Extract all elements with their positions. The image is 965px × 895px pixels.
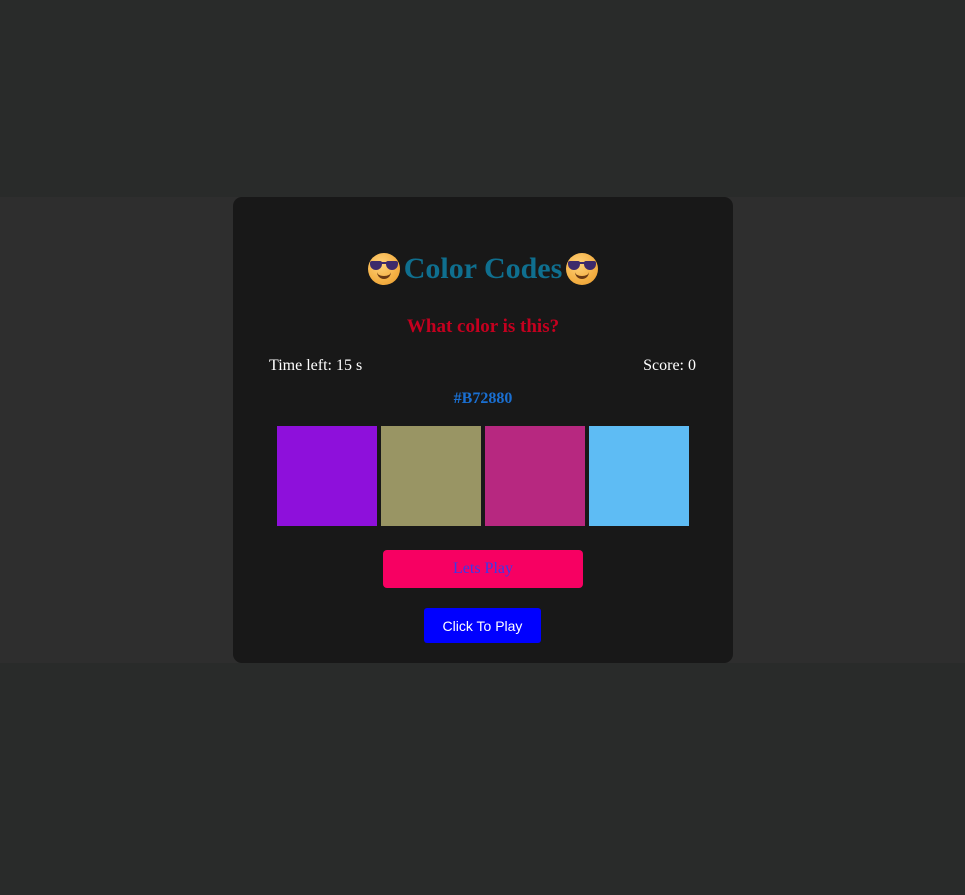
- lets-play-button[interactable]: Lets Play: [383, 550, 583, 588]
- color-options: [277, 426, 689, 526]
- smiling-face-with-sunglasses-icon: [367, 253, 400, 285]
- page-title: Color Codes: [233, 247, 733, 291]
- question-text: What color is this?: [406, 316, 560, 337]
- color-option-2[interactable]: [381, 426, 481, 526]
- smiling-face-with-sunglasses-icon: [566, 253, 599, 285]
- score: Score: 0: [643, 357, 696, 375]
- color-option-1[interactable]: [277, 426, 377, 526]
- color-option-3[interactable]: [485, 426, 585, 526]
- title-text: Color Codes: [403, 252, 563, 285]
- color-option-4[interactable]: [589, 426, 689, 526]
- game-card: Color Codes What color is this? Time lef…: [233, 197, 733, 663]
- target-hex-code: #B72880: [453, 390, 513, 407]
- score-label: Score:: [643, 357, 684, 374]
- score-value: 0: [688, 357, 696, 374]
- time-left: Time left: 15 s: [269, 357, 363, 374]
- click-to-play-button[interactable]: Click To Play: [424, 608, 541, 643]
